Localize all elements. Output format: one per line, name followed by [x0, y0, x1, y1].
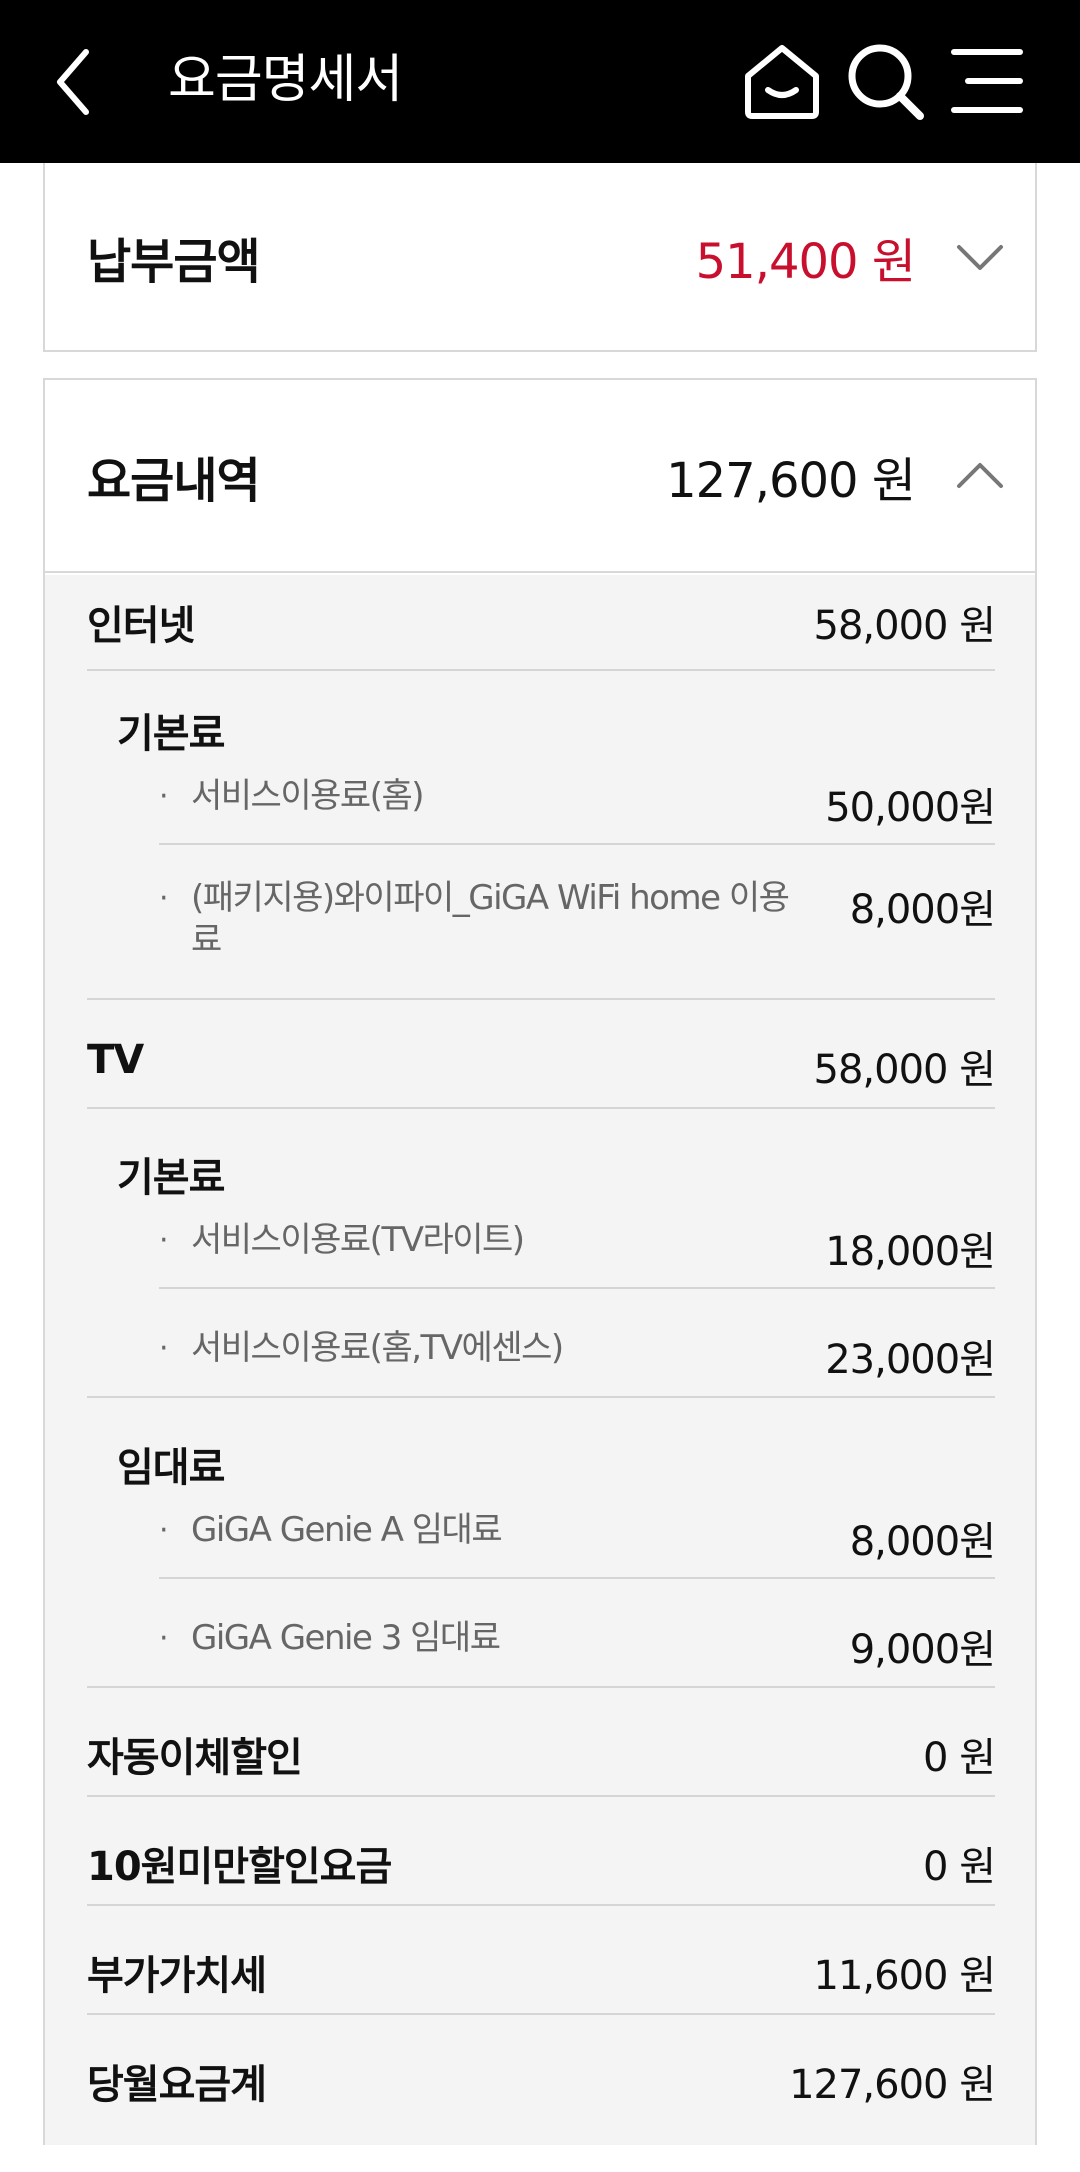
bullet: · [159, 1621, 169, 1656]
under-10-won-discount-amount: 0 원 [923, 1844, 996, 1890]
vat-amount: 11,600 원 [813, 1953, 996, 1999]
bill-details-body: 인터넷 58,000 원 기본료 · 서비스이용료(홈) 50,000원 · (… [45, 575, 1035, 2145]
under-10-won-discount-label: 10원미만할인요금 [87, 1844, 392, 1890]
payment-amount-value: 51,400 원 [695, 233, 916, 290]
monthly-total-amount: 127,600 원 [789, 2062, 996, 2108]
divider [87, 1686, 995, 1688]
divider [87, 1396, 995, 1398]
bill-details-label: 요금내역 [87, 452, 261, 509]
line-item-amount: 23,000원 [825, 1337, 996, 1383]
bill-details-card: 요금내역 127,600 원 인터넷 58,000 원 기본료 · 서비스이용료… [43, 378, 1037, 2145]
divider [87, 669, 995, 671]
line-item-amount: 8,000원 [849, 887, 996, 933]
vat-label: 부가가치세 [87, 1953, 267, 1999]
line-item: · 서비스이용료(TV라이트) 18,000원 [159, 1219, 996, 1275]
monthly-total-label: 당월요금계 [87, 2062, 267, 2108]
bullet: · [159, 779, 169, 814]
payment-amount-label: 납부금액 [87, 233, 261, 290]
home-icon[interactable] [740, 38, 824, 124]
line-item: · GiGA Genie A 임대료 8,000원 [159, 1509, 996, 1565]
line-item-amount: 8,000원 [849, 1519, 996, 1565]
internet-label: 인터넷 [87, 603, 195, 649]
divider [159, 843, 995, 845]
tv-label: TV [87, 1037, 144, 1083]
menu-icon[interactable] [946, 44, 1026, 118]
app-bar: 요금명세서 [0, 0, 1080, 163]
auto-transfer-discount-row: 자동이체할인 0 원 [87, 1725, 996, 1781]
divider [159, 1287, 995, 1289]
line-item-name: GiGA Genie 3 임대료 [191, 1618, 501, 1658]
line-item-name: 서비스이용료(홈) [191, 776, 425, 816]
divider [87, 1107, 995, 1109]
internet-row: 인터넷 58,000 원 [87, 593, 996, 649]
divider [87, 998, 995, 1000]
line-item-amount: 9,000원 [849, 1627, 996, 1673]
line-item-amount: 50,000원 [825, 785, 996, 831]
bullet: · [159, 881, 169, 916]
internet-amount: 58,000 원 [813, 603, 996, 649]
line-item-name: GiGA Genie A 임대료 [191, 1510, 503, 1550]
divider [87, 2013, 995, 2015]
bullet: · [159, 1223, 169, 1258]
tv-row: TV 58,000 원 [87, 1037, 996, 1093]
bullet: · [159, 1331, 169, 1366]
auto-transfer-discount-label: 자동이체할인 [87, 1735, 303, 1781]
line-item: · 서비스이용료(홈) 50,000원 [159, 775, 996, 831]
auto-transfer-discount-amount: 0 원 [923, 1735, 996, 1781]
vat-row: 부가가치세 11,600 원 [87, 1943, 996, 1999]
chevron-down-icon[interactable] [947, 225, 1013, 291]
line-item: · (패키지용)와이파이_GiGA WiFi home 이용료 8,000원 [159, 877, 996, 967]
search-icon[interactable] [842, 38, 926, 124]
internet-basic-fee-label: 기본료 [117, 711, 225, 757]
tv-amount: 58,000 원 [813, 1047, 996, 1093]
tv-basic-fee-label: 기본료 [117, 1155, 225, 1201]
payment-amount-card[interactable]: 납부금액 51,400 원 [43, 163, 1037, 352]
line-item-amount: 18,000원 [825, 1229, 996, 1275]
line-item-name: 서비스이용료(TV라이트) [191, 1220, 525, 1260]
monthly-total-row: 당월요금계 127,600 원 [87, 2052, 996, 2108]
tv-rental-fee-label: 임대료 [117, 1445, 225, 1491]
back-arrow-icon[interactable] [46, 38, 110, 126]
page-title: 요금명세서 [168, 50, 403, 110]
payment-amount-header[interactable]: 납부금액 51,400 원 [45, 163, 1035, 350]
bullet: · [159, 1513, 169, 1548]
under-10-won-discount-row: 10원미만할인요금 0 원 [87, 1834, 996, 1890]
bill-details-header[interactable]: 요금내역 127,600 원 [45, 380, 1035, 573]
line-item: · 서비스이용료(홈,TV에센스) 23,000원 [159, 1327, 996, 1383]
line-item: · GiGA Genie 3 임대료 9,000원 [159, 1617, 996, 1673]
chevron-up-icon[interactable] [947, 442, 1013, 508]
line-item-name: 서비스이용료(홈,TV에센스) [191, 1328, 564, 1368]
line-item-name: (패키지용)와이파이_GiGA WiFi home 이용료 [191, 878, 790, 960]
bill-details-total: 127,600 원 [666, 452, 916, 509]
divider [159, 1577, 995, 1579]
divider [87, 1904, 995, 1906]
divider [87, 1795, 995, 1797]
